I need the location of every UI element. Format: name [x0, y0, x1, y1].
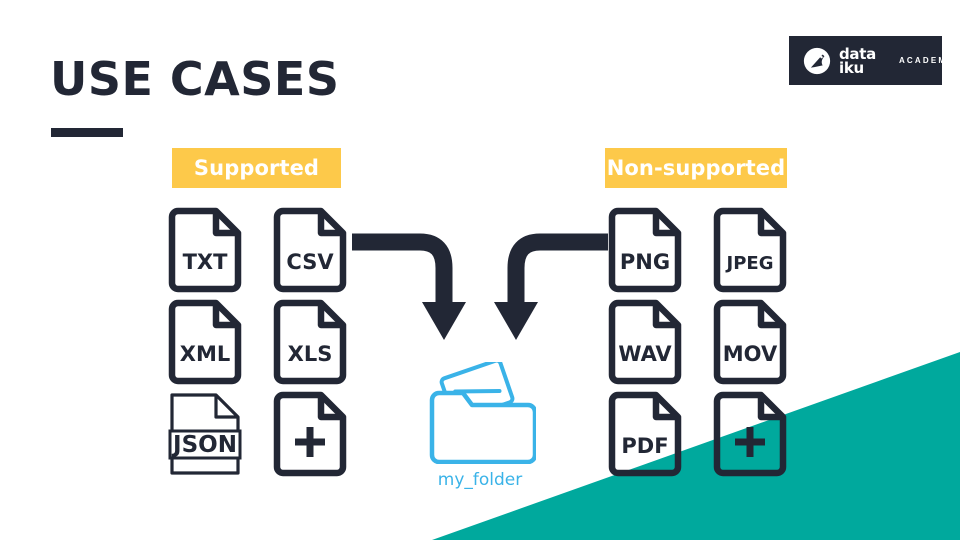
file-page-outline	[713, 207, 787, 293]
file-type-label: JPEG	[725, 253, 774, 274]
supported-file-grid: TXT CSV XML XLS JSON	[168, 207, 378, 483]
file-type-label: MOV	[723, 342, 778, 366]
folder-icon	[429, 362, 536, 464]
badge-supported: Supported	[172, 148, 341, 188]
file-type-label: TXT	[183, 250, 229, 274]
file-icon-xml: XML	[168, 299, 242, 385]
file-type-label: CSV	[286, 250, 334, 274]
file-type-label: PNG	[620, 250, 670, 274]
flow-arrows	[352, 233, 608, 340]
non-supported-file-grid: PNG JPEG WAV MOV PDF	[608, 207, 818, 483]
file-icon-plus	[713, 391, 787, 477]
file-icon-jpeg: JPEG	[713, 207, 787, 293]
title-underline-rule	[51, 128, 123, 137]
file-icon-xls: XLS	[273, 299, 347, 385]
file-icon-txt: TXT	[168, 207, 242, 293]
file-icon-mov: MOV	[713, 299, 787, 385]
file-icon-csv: CSV	[273, 207, 347, 293]
logo-word-iku: iku	[839, 58, 864, 77]
file-icon-png: PNG	[608, 207, 682, 293]
file-type-label: WAV	[618, 342, 672, 366]
file-type-label: XML	[180, 342, 230, 366]
file-icon-json: JSON	[168, 391, 242, 477]
file-type-label: JSON	[171, 432, 237, 458]
file-icon-pdf: PDF	[608, 391, 682, 477]
file-type-label: PDF	[621, 434, 668, 458]
badge-non-supported: Non-supported	[605, 148, 787, 188]
file-icon-wav: WAV	[608, 299, 682, 385]
dataiku-bird-icon	[803, 47, 831, 74]
file-icon-plus	[273, 391, 347, 477]
page-title: USE CASES	[50, 52, 340, 106]
file-type-label: XLS	[288, 342, 333, 366]
logo-wordmark: data iku	[839, 46, 876, 77]
logo-academy-text: ACADEMY	[898, 56, 955, 65]
dataiku-academy-logo: data iku ACADEMY	[789, 36, 953, 85]
folder-label: my_folder	[437, 470, 523, 490]
slide-canvas: data iku ACADEMY USE CASES Supported Non…	[0, 0, 960, 540]
